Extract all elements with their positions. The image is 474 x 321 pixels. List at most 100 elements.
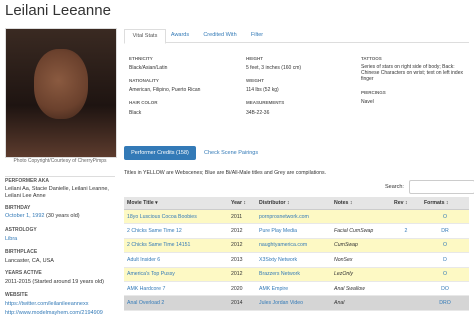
- table-row: AMK Hardcore 7 2020 AMK Empire Anal Swallow…: [124, 281, 469, 297]
- tattoos-value: Series of stars on right side of body; B…: [361, 64, 463, 82]
- notes-cell: NonSex: [331, 252, 391, 268]
- table-row: Adult Insider 6 2013 X3Sixty Network NonSex…: [124, 252, 469, 268]
- rev-link[interactable]: [391, 267, 421, 282]
- ethnicity-label: ETHNICITY: [129, 56, 153, 61]
- performer-photo: [5, 28, 117, 158]
- astrology-label: ASTROLOGY: [5, 227, 37, 233]
- formats-cell: DR: [421, 223, 469, 239]
- movie-title-link[interactable]: 2 Chicks Same Time 12: [124, 223, 228, 239]
- nationality-label: NATIONALITY: [129, 78, 159, 83]
- movie-title-link[interactable]: 2 Chicks Same Time 14151: [124, 238, 228, 254]
- movie-title-link[interactable]: Anal Overload 2: [124, 295, 228, 311]
- formats-cell: D: [421, 252, 469, 268]
- tattoos-label: TATTOOS: [361, 56, 382, 61]
- movie-title-link[interactable]: AMK Hardcore 7: [124, 281, 228, 297]
- nationality-value: American, Filipino, Puerto Rican: [129, 87, 201, 93]
- notes-cell: [331, 209, 391, 225]
- column-header-formats[interactable]: Formats ↕: [421, 197, 469, 210]
- check-scene-pairings-link[interactable]: Check Scene Pairings: [204, 146, 258, 160]
- table-row: America's Top Pussy 2012 Brazzers Network L…: [124, 267, 469, 282]
- rev-link[interactable]: [391, 252, 421, 268]
- rev-link[interactable]: [391, 238, 421, 254]
- tab-vital-stats[interactable]: Vital Stats: [124, 29, 166, 44]
- year-cell: 2013: [228, 252, 256, 268]
- notes-cell: Anal: [331, 295, 391, 311]
- weight-value: 114 lbs (52 kg): [246, 87, 279, 93]
- ethnicity-value: Black/Asian/Latin: [129, 65, 168, 71]
- column-header-notes[interactable]: Notes ↕: [331, 197, 391, 210]
- birthday-value: October 1, 1992 (30 years old): [5, 213, 80, 219]
- year-cell: 2020: [228, 281, 256, 297]
- piercings-label: PIERCINGS: [361, 90, 386, 95]
- movie-title-link[interactable]: America's Top Pussy: [124, 267, 228, 282]
- aka-value: Leilani Aa, Stacie Danielle, Leilani Lea…: [5, 186, 109, 199]
- table-header-row: Movie Title ▾ Year ↕ Distributor ↕ Notes…: [124, 197, 469, 210]
- search-label: Search:: [385, 184, 404, 190]
- astrology-link[interactable]: Libra: [5, 236, 17, 242]
- notes-cell: Facial CumSwap: [331, 223, 391, 239]
- color-legend-note: Titles in YELLOW are Webscenes; Blue are…: [124, 170, 327, 176]
- rev-link[interactable]: [391, 281, 421, 297]
- notes-cell: Anal Swallow: [331, 281, 391, 297]
- distributor-link[interactable]: Brazzers Network: [256, 267, 331, 282]
- aka-label: PERFORMER AKA: [5, 178, 49, 184]
- tab-filter[interactable]: Filter: [246, 29, 268, 42]
- table-row: 2 Chicks Same Time 14151 2012 naughtyameri…: [124, 238, 469, 254]
- year-cell: 2012: [228, 267, 256, 282]
- table-row: 18yo Luscious Cocoa Boobies 2011 pornprosn…: [124, 209, 469, 225]
- website-link-twitter[interactable]: https://twitter.com/leilanileeannexx: [5, 301, 88, 307]
- birthday-link[interactable]: October 1, 1992: [5, 213, 44, 219]
- table-row: Anal Overload 2 2014 Jules Jordan Video Ana…: [124, 295, 469, 311]
- year-cell: 2012: [228, 238, 256, 254]
- distributor-link[interactable]: X3Sixty Network: [256, 252, 331, 268]
- movie-title-link[interactable]: 18yo Luscious Cocoa Boobies: [124, 209, 228, 225]
- rev-link[interactable]: [391, 209, 421, 225]
- rev-link[interactable]: [391, 295, 421, 311]
- rev-link[interactable]: 2: [391, 223, 421, 239]
- column-header-title[interactable]: Movie Title ▾: [124, 197, 228, 210]
- years-active-value: 2011-2015 (Started around 19 years old): [5, 279, 104, 285]
- formats-cell: O: [421, 209, 469, 225]
- column-header-year[interactable]: Year ↕: [228, 197, 256, 210]
- formats-cell: O: [421, 238, 469, 254]
- year-cell: 2014: [228, 295, 256, 311]
- measurements-value: 34B-22-36: [246, 110, 270, 116]
- distributor-link[interactable]: AMK Empire: [256, 281, 331, 297]
- height-value: 5 feet, 3 inches (160 cm): [246, 65, 302, 71]
- search-input[interactable]: [409, 180, 474, 194]
- height-label: HEIGHT: [246, 56, 264, 61]
- page-title: Leilani Leeanne: [5, 2, 111, 19]
- website-link-modelmayhem[interactable]: http://www.modelmayhem.com/2194909: [5, 310, 103, 316]
- formats-cell: O: [421, 267, 469, 282]
- distributor-link[interactable]: naughtyamerica.com: [256, 238, 331, 254]
- column-header-rev[interactable]: Rev ↕: [391, 197, 421, 210]
- credits-table: Movie Title ▾ Year ↕ Distributor ↕ Notes…: [124, 197, 469, 311]
- distributor-link[interactable]: Pure Play Media: [256, 223, 331, 239]
- performer-credits-button[interactable]: Performer Credits (158): [124, 146, 196, 160]
- measurements-label: MEASUREMENTS: [246, 100, 285, 105]
- weight-label: WEIGHT: [246, 78, 264, 83]
- notes-cell: CumSwap: [331, 238, 391, 254]
- formats-cell: DRO: [421, 295, 469, 311]
- birthplace-label: BIRTHPLACE: [5, 249, 38, 255]
- years-active-label: YEARS ACTIVE: [5, 270, 42, 276]
- formats-cell: DO: [421, 281, 469, 297]
- birthday-label: BIRTHDAY: [5, 205, 31, 211]
- tab-credited-with[interactable]: Credited With: [198, 29, 242, 42]
- year-cell: 2011: [228, 209, 256, 225]
- website-label: WEBSITE: [5, 292, 28, 298]
- notes-cell: LezOnly: [331, 267, 391, 282]
- movie-title-link[interactable]: Adult Insider 6: [124, 252, 228, 268]
- divider: [5, 176, 115, 177]
- photo-caption: Photo Copyright/Courtesy of CherryPimps: [13, 158, 107, 164]
- hair-label: HAIR COLOR: [129, 100, 158, 105]
- birthplace-value: Lancaster, CA, USA: [5, 258, 54, 264]
- piercings-value: Navel: [361, 99, 374, 105]
- distributor-link[interactable]: Jules Jordan Video: [256, 295, 331, 311]
- year-cell: 2012: [228, 223, 256, 239]
- distributor-link[interactable]: pornprosnetwork.com: [256, 209, 331, 225]
- tab-awards[interactable]: Awards: [166, 29, 194, 42]
- table-row: 2 Chicks Same Time 12 2012 Pure Play Media…: [124, 223, 469, 239]
- column-header-distributor[interactable]: Distributor ↕: [256, 197, 331, 210]
- hair-value: Black: [129, 110, 142, 116]
